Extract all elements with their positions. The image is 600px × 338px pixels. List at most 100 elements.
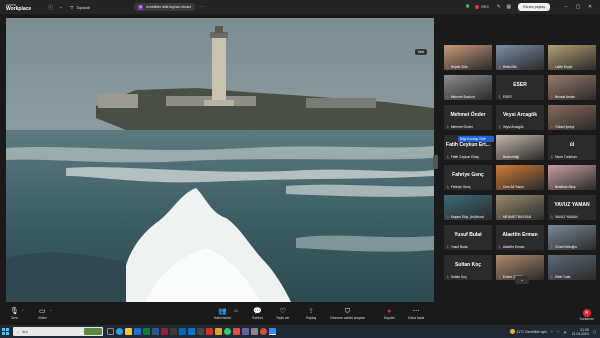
mute-caret-icon[interactable]: ^ <box>22 309 24 313</box>
share-screen-button[interactable]: Ekranı paylaş <box>518 3 550 11</box>
muted-mic-icon: 🎙 <box>550 275 554 279</box>
video-overlay-button[interactable]: Ileri <box>415 49 427 55</box>
end-meeting-button[interactable]: ✕ Sonlandır <box>579 309 594 321</box>
share-button[interactable]: ⇪ Paylaş <box>306 307 316 320</box>
video-button[interactable]: ▭ Video ^ <box>38 307 52 320</box>
participants-label: Katılımcılar <box>214 316 231 320</box>
whatsapp-icon[interactable] <box>224 328 231 335</box>
info-icon[interactable]: ⓘ <box>47 4 54 11</box>
media-icon[interactable] <box>233 328 240 335</box>
participant-tile[interactable]: 🎙 MEHMET BAYSAN <box>496 195 544 220</box>
clock[interactable]: 21:05 21.04.2024 <box>572 328 589 336</box>
participant-display-name: Veysi Arcagök <box>502 112 537 118</box>
participant-name: Yüksel Ipekçi <box>554 125 575 129</box>
breakout-room-pill[interactable]: B izmirlikler ailik ikiyüzü ekrani <box>134 3 196 11</box>
tray-chevron-icon[interactable]: ^ <box>551 330 553 334</box>
weather-widget[interactable]: 11°C Genellikle açık <box>509 329 547 334</box>
edge-icon[interactable] <box>116 328 123 335</box>
chat-button[interactable]: 💬 Sohbet <box>252 307 263 320</box>
participant-tile[interactable]: YAVUZ YAMAN 🎙 YAVUZ YAMAN <box>548 195 596 220</box>
volume-icon[interactable]: 🔈 <box>564 330 568 334</box>
search-highlight-image <box>84 328 102 335</box>
zoom-window: zoom Workplace ⓘ ⌄ ⛉ Toplantı B izmirlik… <box>0 0 600 338</box>
rec-label: REC <box>481 5 490 9</box>
video-caret-icon[interactable]: ^ <box>50 309 52 313</box>
close-icon[interactable]: ✕ <box>584 4 596 10</box>
meeting-controls: 🎙 Sesi ^ ▭ Video ^ 👥 Katılımcılar 43 💬 S… <box>0 305 600 325</box>
notification-icon[interactable]: ▢ <box>593 330 596 334</box>
record-dot-icon <box>475 5 480 9</box>
chrome-icon[interactable] <box>260 328 267 335</box>
participant-tile[interactable]: 🎙 Mehmet Bozkurt <box>444 75 492 100</box>
powerpoint-icon[interactable] <box>206 328 213 335</box>
participant-name: MEHMET BAYSAN <box>502 215 532 219</box>
participant-tile[interactable]: 🎙 Latife Erçek <box>548 45 596 70</box>
zoom-taskbar-icon[interactable] <box>269 328 276 335</box>
photos-icon[interactable] <box>197 328 204 335</box>
participant-tile[interactable]: Yusuf Bulat 🎙 Yusuf Bulat <box>444 225 492 250</box>
excel-icon[interactable] <box>143 328 150 335</box>
search-icon: ⌕ <box>17 329 20 334</box>
task-view-icon[interactable] <box>107 328 114 335</box>
host-tools-button[interactable]: ⛉ Otomom sahibi araçları <box>330 307 365 320</box>
teams-icon[interactable] <box>242 328 249 335</box>
participant-tile[interactable]: 🎙 Neslihan Alkış <box>548 165 596 190</box>
record-button[interactable]: ● Kaydet <box>384 307 395 320</box>
acrobat-icon[interactable] <box>161 328 168 335</box>
file-explorer-icon[interactable] <box>125 328 132 335</box>
participant-tile[interactable]: 🎙 Nejdet Zöle <box>444 45 492 70</box>
participant-tile[interactable]: 🎙 Cem Ali Yazıcı <box>496 165 544 190</box>
muted-mic-icon: 🎙 <box>446 215 450 219</box>
participant-tile[interactable]: 🎙 Refia Bilir <box>496 45 544 70</box>
rename-icon[interactable]: ✎ <box>495 4 502 11</box>
store-icon[interactable] <box>134 328 141 335</box>
participant-tile[interactable]: 🎙 Bozkurtdiği <box>496 135 544 160</box>
reactions-button[interactable]: ♡ Tepki ver <box>276 307 290 320</box>
taskbar-search[interactable]: ⌕ Ara <box>13 327 103 336</box>
minimize-icon[interactable]: – <box>560 4 572 10</box>
shared-video[interactable]: Ileri <box>6 18 434 302</box>
participant-tile[interactable]: ûl 🎙 Taner Turkman <box>548 135 596 160</box>
participant-tile[interactable]: Sultan Koç 🎙 Sultan Koç <box>444 255 492 280</box>
participant-tile[interactable]: 🎙 Kaşam Ekçi, (bir)Nural <box>444 195 492 220</box>
wifi-icon[interactable]: ◠ <box>557 330 560 334</box>
windows-start-icon[interactable] <box>0 325 10 338</box>
participant-tile[interactable]: Veysi Arcagök 🎙 Veysi Arcagök <box>496 105 544 130</box>
participant-tile[interactable]: 🎙 Nevzat Arslan <box>548 75 596 100</box>
participants-icon: 👥 <box>218 308 227 315</box>
muted-mic-icon: 🎙 <box>550 215 554 219</box>
participant-name-label: 🎙 Sultan Koç <box>446 275 467 279</box>
recording-indicator[interactable]: REC <box>475 5 489 9</box>
panel-resize-handle[interactable] <box>433 155 438 169</box>
participant-tile[interactable]: 🎙 Cihat Kirlikoğlu <box>548 225 596 250</box>
more-button[interactable]: ⋯ Daha fazla <box>408 307 424 320</box>
participant-name-label: 🎙 Cem Ali Yazıcı <box>498 185 524 189</box>
notes-icon[interactable] <box>215 328 222 335</box>
more-icon[interactable]: ⋯ <box>198 4 205 11</box>
participants-button[interactable]: 👥 Katılımcılar 43 <box>214 307 238 320</box>
muted-mic-icon: 🎙 <box>446 155 450 159</box>
record-icon: ● <box>387 308 392 315</box>
word-icon[interactable] <box>152 328 159 335</box>
participant-tile[interactable]: Alaettin Erman 🎙 Alaettin Erman <box>496 225 544 250</box>
participant-tile[interactable]: Mehmet Önder 🎙 Mehmet Önder <box>444 105 492 130</box>
view-icon[interactable]: ▦ <box>505 4 512 11</box>
participant-name: Sibel Tutat <box>554 275 571 279</box>
participant-tile[interactable]: 🎙 Yüksel Ipekçi <box>548 105 596 130</box>
settings-icon[interactable] <box>251 328 258 335</box>
gallery-next-page-icon[interactable]: ⌄ <box>515 276 529 284</box>
participant-display-name: Sultan Koç <box>454 262 482 268</box>
chevron-down-icon[interactable]: ⌄ <box>57 4 64 11</box>
muted-mic-icon: 🎙 <box>446 125 450 129</box>
mute-button[interactable]: 🎙 Sesi ^ <box>10 307 24 320</box>
participant-tile[interactable]: Fahriye Genç 🎙 Fahriye Genç <box>444 165 492 190</box>
maximize-icon[interactable]: ▢ <box>572 4 584 10</box>
ellipsis-icon: ⋯ <box>412 308 420 315</box>
security-shield-icon[interactable]: ⛊ <box>464 4 471 11</box>
terminal-icon[interactable] <box>170 328 177 335</box>
windows-app-icon[interactable] <box>188 328 195 335</box>
participant-tile[interactable]: ESER 🎙 ESER <box>496 75 544 100</box>
muted-mic-icon: 🎙 <box>550 125 554 129</box>
participant-tile[interactable]: 🎙 Sibel Tutat <box>548 255 596 280</box>
mail-icon[interactable] <box>179 328 186 335</box>
